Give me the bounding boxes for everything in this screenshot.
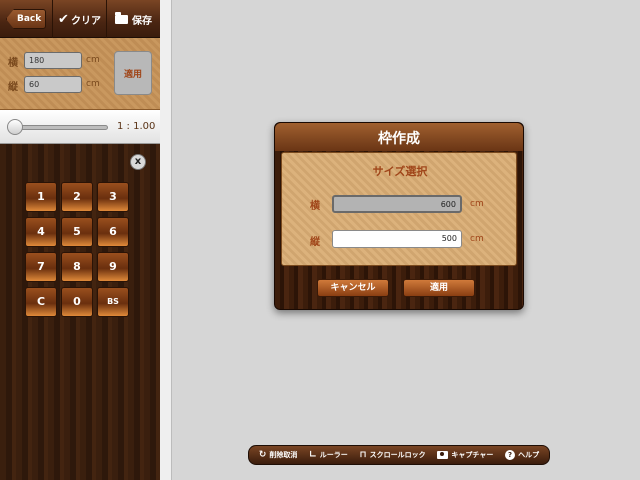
size-apply-button[interactable]: 適用	[114, 51, 152, 95]
apply-button[interactable]: 適用	[403, 279, 475, 297]
dialog-header: 枠作成	[275, 123, 523, 151]
help-icon: ?	[505, 450, 516, 460]
ruler-label: ルーラー	[319, 451, 348, 459]
undo-icon: ↻	[258, 450, 267, 460]
dialog-height-label: 縦	[310, 237, 320, 248]
width-label: 横	[8, 58, 18, 69]
dialog-title: 枠作成	[378, 131, 420, 147]
undo-delete-label: 削除取消	[269, 451, 298, 459]
scroll-lock-button[interactable]: ⊓ スクロールロック	[359, 450, 425, 460]
lock-icon: ⊓	[359, 450, 367, 460]
height-unit: cm	[86, 79, 100, 89]
ruler-icon: ∟	[309, 450, 317, 460]
check-icon: ✔	[58, 11, 69, 27]
zoom-level: 1 : 1.00	[117, 121, 156, 132]
key-6[interactable]: 6	[97, 217, 129, 247]
key-3[interactable]: 3	[97, 182, 129, 212]
help-button[interactable]: ? ヘルプ	[505, 450, 539, 460]
dialog-width-field[interactable]: 600	[332, 195, 462, 213]
cancel-button[interactable]: キャンセル	[317, 279, 389, 297]
capture-label: キャプチャー	[451, 451, 494, 459]
dialog-height-field[interactable]: 500	[332, 230, 462, 248]
height-field[interactable]: 60	[24, 76, 82, 93]
key-9[interactable]: 9	[97, 252, 129, 282]
key-0[interactable]: 0	[61, 287, 93, 317]
zoom-slider-handle[interactable]	[7, 119, 23, 135]
width-unit: cm	[86, 55, 100, 65]
key-4[interactable]: 4	[25, 217, 57, 247]
dialog-body: サイズ選択 横 600 cm 縦 500 cm	[281, 152, 517, 266]
close-icon[interactable]: x	[130, 154, 146, 170]
key-2[interactable]: 2	[61, 182, 93, 212]
help-label: ヘルプ	[518, 451, 540, 459]
zoom-slider-track[interactable]	[10, 125, 108, 130]
key-backspace[interactable]: BS	[97, 287, 129, 317]
key-8[interactable]: 8	[61, 252, 93, 282]
keypad: x 1 2 3 4 5 6 7 8 9 C 0 BS	[0, 144, 160, 480]
clear-button-label: クリア	[70, 15, 101, 27]
dialog-width-unit: cm	[470, 199, 484, 209]
bottom-toolbar: ↻ 削除取消 ∟ ルーラー ⊓ スクロールロック キャプチャー ? ヘルプ	[248, 445, 550, 465]
key-clear[interactable]: C	[25, 287, 57, 317]
ruler-button[interactable]: ∟ ルーラー	[309, 450, 348, 460]
folder-icon	[115, 11, 128, 24]
save-button-label: 保存	[132, 15, 152, 27]
left-ruler	[160, 0, 172, 480]
key-7[interactable]: 7	[25, 252, 57, 282]
capture-button[interactable]: キャプチャー	[437, 450, 493, 460]
left-panel: Back ✔ クリア 保存 横 180 cm 縦 60 cm 適用 1 : 1.…	[0, 0, 160, 480]
size-panel: 横 180 cm 縦 60 cm 適用	[0, 38, 160, 110]
dialog-height-unit: cm	[470, 234, 484, 244]
undo-delete-button[interactable]: ↻ 削除取消	[259, 450, 298, 460]
key-1[interactable]: 1	[25, 182, 57, 212]
scroll-lock-label: スクロールロック	[369, 451, 426, 459]
top-toolbar: Back ✔ クリア 保存	[0, 0, 160, 38]
height-label: 縦	[8, 82, 18, 93]
save-button[interactable]: 保存	[106, 0, 160, 38]
width-field[interactable]: 180	[24, 52, 82, 69]
frame-create-dialog: 枠作成 サイズ選択 横 600 cm 縦 500 cm キャンセル 適用	[274, 122, 524, 310]
key-5[interactable]: 5	[61, 217, 93, 247]
dialog-subtitle: サイズ選択	[372, 165, 428, 178]
clear-button[interactable]: ✔ クリア	[52, 0, 106, 38]
camera-icon	[437, 451, 449, 459]
back-button[interactable]: Back	[6, 9, 46, 29]
dialog-width-label: 横	[310, 201, 320, 212]
zoom-bar: 1 : 1.00	[0, 110, 160, 144]
